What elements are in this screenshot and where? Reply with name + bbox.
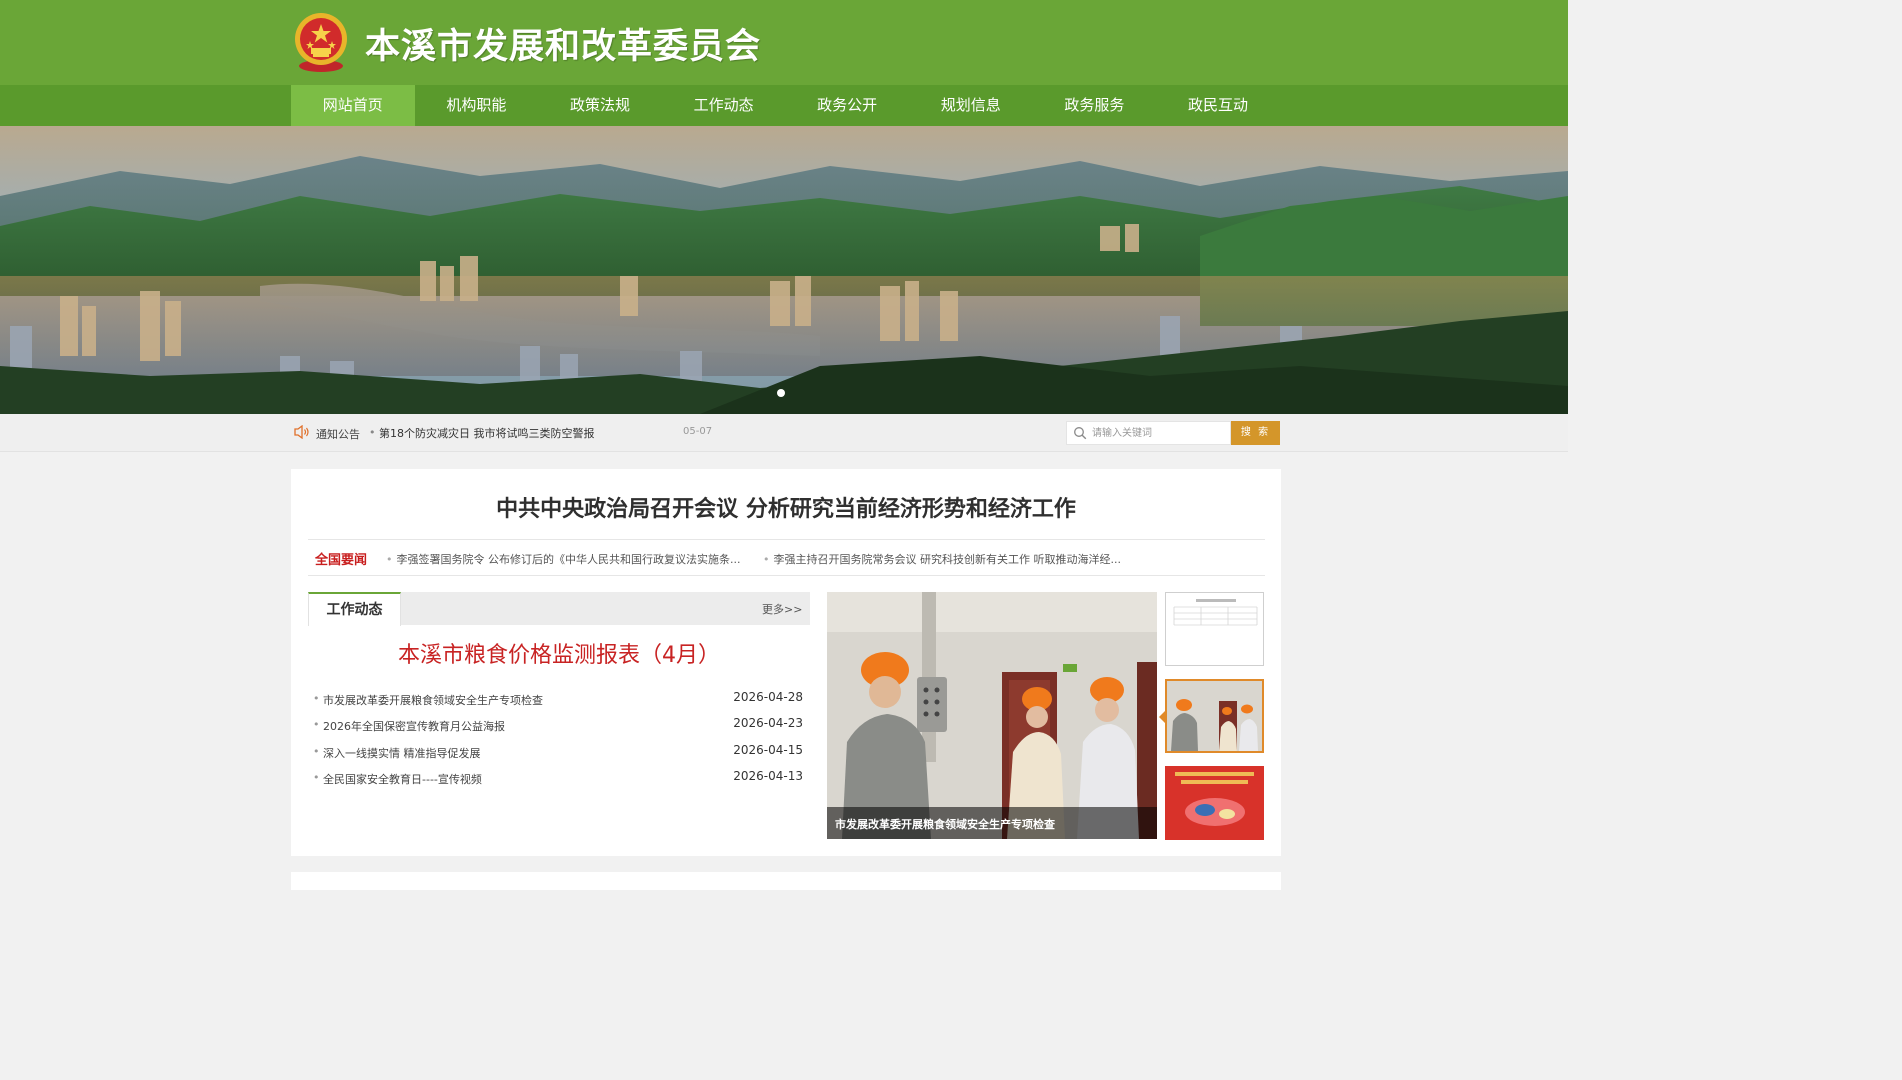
list-item-date: 2026-04-23: [733, 716, 803, 730]
list-item-title[interactable]: 市发展改革委开展粮食领域安全生产专项检查: [323, 692, 543, 708]
banner-image[interactable]: [0, 126, 1568, 414]
nav-item-services[interactable]: 政务服务: [1033, 85, 1157, 126]
more-link[interactable]: 更多>>: [762, 601, 802, 617]
national-news-label: 全国要闻: [315, 553, 368, 568]
photo-thumbnail[interactable]: [1165, 766, 1264, 840]
list-item[interactable]: • 2026年全国保密宣传教育月公益海报 2026-04-23: [313, 716, 805, 736]
list-item[interactable]: • 全民国家安全教育日----宣传视频 2026-04-13: [313, 769, 805, 789]
national-emblem-icon[interactable]: [291, 10, 351, 74]
national-news-item[interactable]: • 李强签署国务院令 公布修订后的《中华人民共和国行政复议法实施条...: [386, 551, 740, 567]
main-nav: 网站首页 机构职能 政策法规 工作动态 政务公开 规划信息 政务服务 政民互动: [0, 85, 1568, 126]
photo-thumbnail[interactable]: [1165, 592, 1264, 666]
feature-article-link[interactable]: 本溪市粮食价格监测报表（4月）: [308, 637, 810, 669]
site-title[interactable]: 本溪市发展和改革委员会: [365, 18, 761, 69]
search-button[interactable]: 搜 索: [1231, 421, 1280, 445]
tab-work-news[interactable]: 工作动态: [308, 592, 401, 626]
photo-caption[interactable]: 市发展改革委开展粮食领域安全生产专项检查: [835, 816, 1055, 832]
list-item-date: 2026-04-28: [733, 690, 803, 704]
nav-item-policies[interactable]: 政策法规: [538, 85, 662, 126]
site-header: 本溪市发展和改革委员会: [0, 0, 1568, 85]
notice-link[interactable]: 第18个防灾减灾日 我市将试鸣三类防空警报: [379, 425, 595, 441]
search-icon: [1074, 427, 1087, 440]
search-input[interactable]: [1092, 423, 1228, 443]
photo-thumbnail-active[interactable]: [1165, 679, 1264, 753]
nav-item-functions[interactable]: 机构职能: [415, 85, 539, 126]
banner-indicator-dot[interactable]: [777, 389, 785, 397]
list-item-date: 2026-04-13: [733, 769, 803, 783]
list-item-title[interactable]: 2026年全国保密宣传教育月公益海报: [323, 718, 505, 734]
notice-label: 通知公告: [316, 428, 360, 441]
national-news-item[interactable]: • 李强主持召开国务院常务会议 研究科技创新有关工作 听取推动海洋经...: [763, 551, 1121, 567]
notice-bar: [0, 414, 1568, 452]
next-section-card: [291, 872, 1281, 890]
list-item-date: 2026-04-15: [733, 743, 803, 757]
nav-item-planning[interactable]: 规划信息: [909, 85, 1033, 126]
nav-item-gov-open[interactable]: 政务公开: [785, 85, 909, 126]
list-item-title[interactable]: 全民国家安全教育日----宣传视频: [323, 771, 482, 787]
nav-item-home[interactable]: 网站首页: [291, 85, 415, 126]
headline-link[interactable]: 中共中央政治局召开会议 分析研究当前经济形势和经济工作: [291, 491, 1281, 523]
divider: [308, 575, 1265, 576]
notice-bullet: •: [369, 426, 376, 439]
nav-item-work-news[interactable]: 工作动态: [662, 85, 786, 126]
list-item[interactable]: • 市发展改革委开展粮食领域安全生产专项检查 2026-04-28: [313, 690, 805, 710]
list-item[interactable]: • 深入一线摸实情 精准指导促发展 2026-04-15: [313, 743, 805, 763]
speaker-icon: [294, 425, 309, 439]
nav-item-interaction[interactable]: 政民互动: [1156, 85, 1280, 126]
list-item-title[interactable]: 深入一线摸实情 精准指导促发展: [323, 745, 481, 761]
photo-slider-main[interactable]: [827, 592, 1157, 839]
divider: [308, 539, 1265, 540]
notice-date: 05-07: [683, 426, 713, 437]
